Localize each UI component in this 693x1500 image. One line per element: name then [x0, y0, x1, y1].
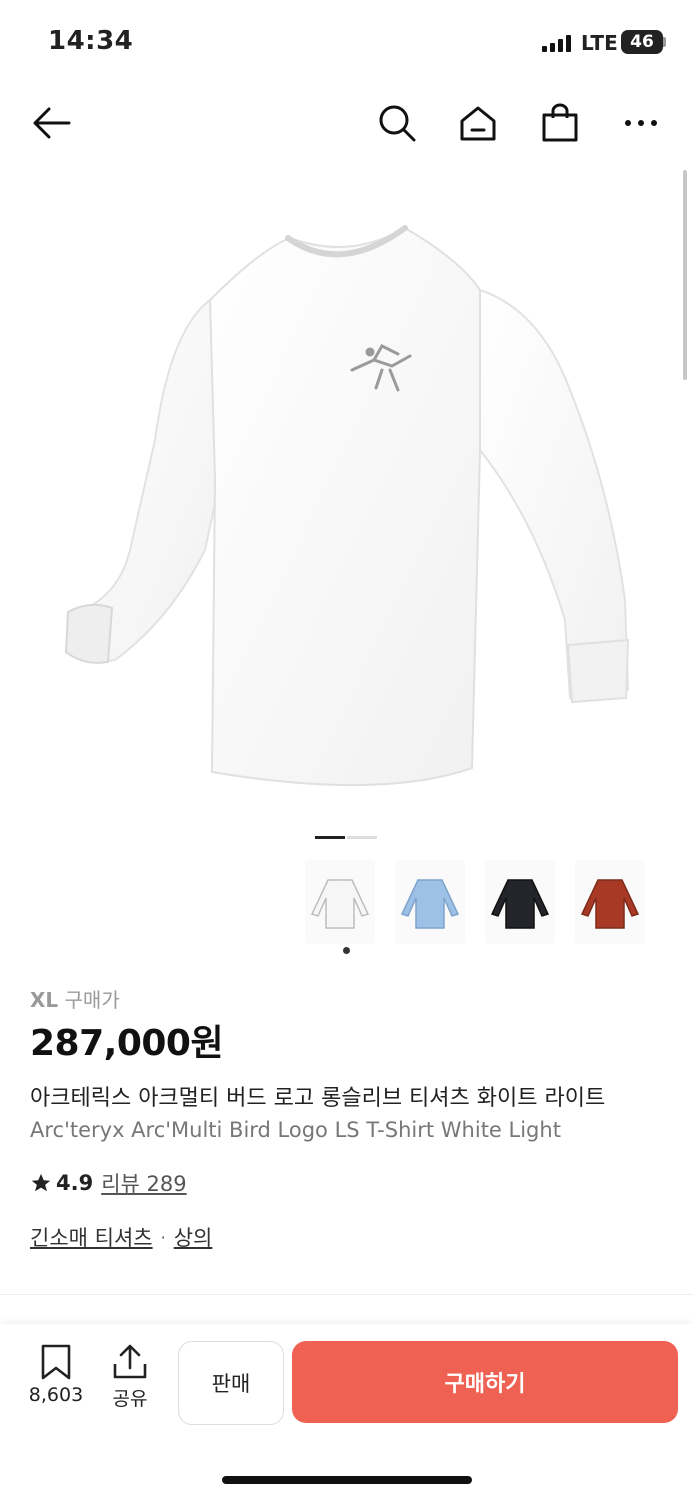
size-label: XL — [30, 988, 59, 1012]
share-icon — [113, 1344, 147, 1379]
thumbnail-selected-dot — [343, 947, 350, 954]
more-horizontal-icon[interactable] — [618, 98, 664, 148]
status-time: 14:34 — [48, 26, 134, 56]
rating-row: 4.9 리뷰 289 — [30, 1168, 187, 1198]
bookmark-icon — [41, 1344, 71, 1380]
share-button[interactable]: 공유 — [104, 1344, 156, 1411]
size-price-type: XL 구매가 — [30, 984, 120, 1013]
bookmark-count: 8,603 — [28, 1384, 84, 1406]
signal-icon — [542, 34, 571, 52]
carousel-indicator — [347, 836, 377, 839]
category-link-top[interactable]: 상의 — [174, 1222, 213, 1252]
home-icon[interactable] — [455, 98, 501, 148]
thumbnail-light-blue[interactable] — [395, 860, 465, 944]
bookmark-button[interactable]: 8,603 — [24, 1344, 88, 1406]
arrow-left-icon[interactable] — [26, 98, 76, 148]
network-label: LTE — [581, 31, 618, 55]
star-icon — [31, 1173, 51, 1192]
home-indicator — [222, 1476, 472, 1484]
product-title-ko: 아크테릭스 아크멀티 버드 로고 롱슬리브 티셔츠 화이트 라이트 — [30, 1086, 606, 1111]
divider — [0, 1294, 693, 1295]
scrollbar[interactable] — [683, 170, 687, 380]
price: 287,000원 — [30, 1023, 224, 1064]
thumbnail-red[interactable] — [575, 860, 645, 944]
rating-score: 4.9 — [56, 1171, 94, 1195]
share-label: 공유 — [112, 1388, 148, 1410]
review-link[interactable]: 리뷰 289 — [101, 1168, 186, 1198]
category-link-long-sleeve[interactable]: 긴소매 티셔츠 — [30, 1222, 153, 1252]
thumbnail-white[interactable] — [305, 860, 375, 944]
battery-icon: 46 — [621, 30, 663, 54]
carousel-indicator-active — [315, 836, 345, 839]
shopping-bag-icon[interactable] — [537, 98, 583, 148]
color-thumbnails — [305, 860, 645, 944]
sell-button[interactable]: 판매 — [178, 1341, 284, 1425]
search-icon[interactable] — [374, 98, 420, 148]
category-breadcrumb: 긴소매 티셔츠 · 상의 — [30, 1222, 212, 1252]
price-type-label: 구매가 — [64, 988, 120, 1012]
category-separator: · — [160, 1227, 166, 1247]
battery-cap — [663, 37, 666, 47]
thumbnail-black[interactable] — [485, 860, 555, 944]
buy-button[interactable]: 구매하기 — [292, 1341, 678, 1423]
product-image[interactable] — [60, 220, 640, 810]
product-title-en: Arc'teryx Arc'Multi Bird Logo LS T-Shirt… — [30, 1118, 561, 1142]
